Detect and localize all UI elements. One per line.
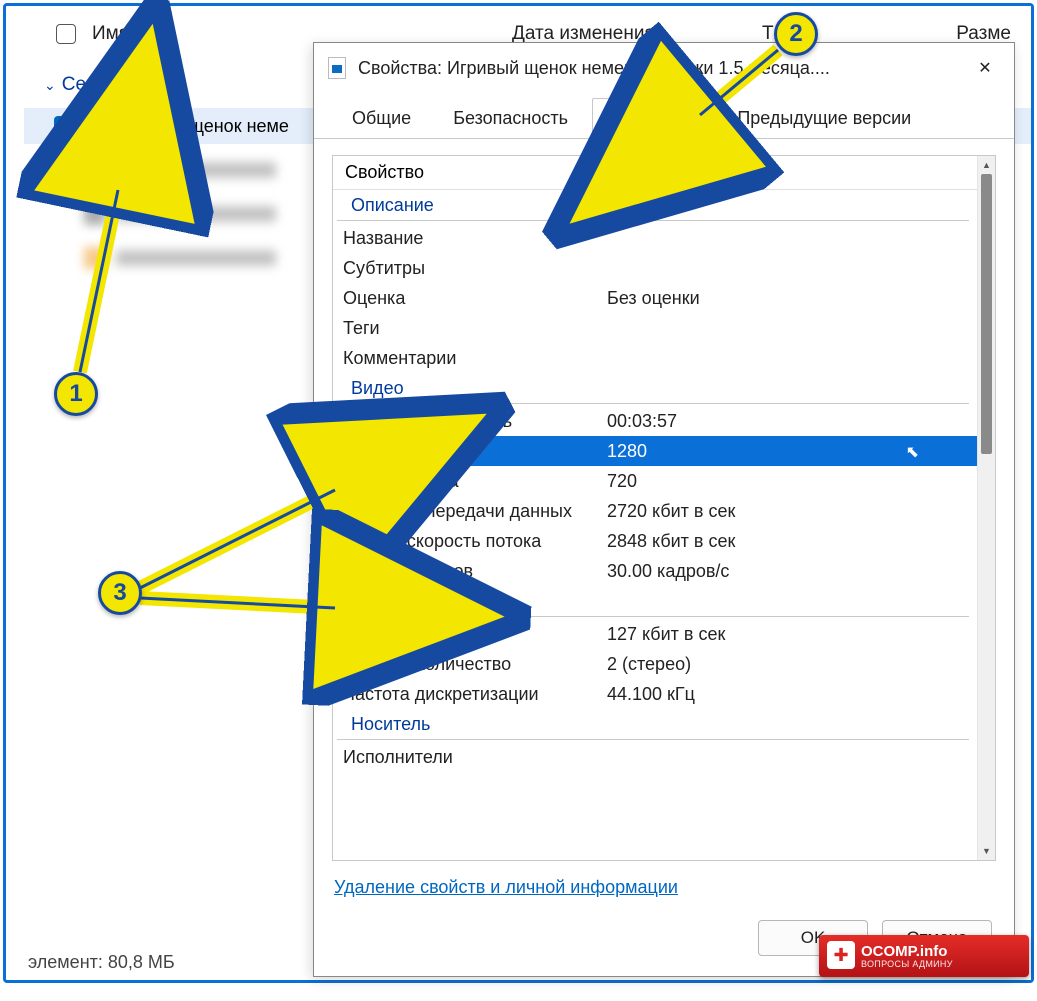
row-subtitles[interactable]: Субтитры [333,253,977,283]
row-tags[interactable]: Теги [333,313,977,343]
status-bar: элемент: 80,8 МБ [24,944,324,980]
watermark-title: OCOMP.info [861,944,953,959]
section-video: Видео [337,373,969,404]
section-description: Описание [337,190,969,221]
properties-dialog: Свойства: Игривый щенок немецко вчарки 1… [313,42,1015,977]
video-file-icon [84,115,102,137]
table-column-header: Свойство Значение [333,156,977,190]
remove-properties-link[interactable]: Удаление свойств и личной информации [332,861,996,906]
cursor-icon: ⬉ [906,442,919,462]
col-value[interactable]: Значение [603,162,977,183]
row-performers[interactable]: Исполнители [333,742,977,772]
row-total-bitrate[interactable]: Общая скорость потока2848 кбит в сек [333,526,977,556]
scroll-down-arrow[interactable]: ▼ [978,842,995,860]
tab-previous-versions[interactable]: Предыдущие версии [719,100,929,139]
row-comments[interactable]: Комментарии [333,343,977,373]
tab-strip: Общие Безопасность Подробно Предыдущие в… [314,93,1014,139]
file-name: Игривый щенок неме [112,116,289,137]
row-duration[interactable]: Продолжительность00:03:57 [333,406,977,436]
scroll-up-arrow[interactable]: ▲ [978,156,995,174]
annotation-badge-3: 3 [98,571,142,615]
section-audio: Аудио [337,586,969,617]
watermark-subtitle: ВОПРОСЫ АДМИНУ [861,959,953,969]
dialog-title: Свойства: Игривый щенок немецко вчарки 1… [358,58,962,79]
row-frame-width[interactable]: Ширина кадра1280 ⬉ [333,436,977,466]
annotation-badge-1: 1 [54,372,98,416]
properties-table: Свойство Значение Описание Название Субт… [332,155,996,861]
row-audio-bitrate[interactable]: Скорость потока127 кбит в сек [333,619,977,649]
scroll-track[interactable] [978,454,995,842]
site-watermark: OCOMP.info ВОПРОСЫ АДМИНУ [819,935,1029,977]
dialog-title-icon [328,57,346,79]
annotation-badge-2: 2 [774,12,818,56]
tab-security[interactable]: Безопасность [435,100,586,139]
dialog-titlebar[interactable]: Свойства: Игривый щенок немецко вчарки 1… [314,43,1014,93]
close-button[interactable]: ✕ [962,51,1008,85]
details-pane: Свойство Значение Описание Название Субт… [314,139,1014,914]
file-checkbox-checked[interactable]: ✓ [54,116,74,136]
group-label: Сегодня (1) [62,74,163,96]
row-data-bitrate[interactable]: Скорость передачи данных2720 кбит в сек [333,496,977,526]
tab-details[interactable]: Подробно [592,98,713,139]
select-all-checkbox[interactable] [56,24,76,44]
row-sample-rate[interactable]: Частота дискретизации44.100 кГц [333,679,977,709]
row-fps[interactable]: Частота кадров30.00 кадров/с [333,556,977,586]
tab-general[interactable]: Общие [334,100,429,139]
properties-scroller: Свойство Значение Описание Название Субт… [333,156,977,860]
row-rating[interactable]: ОценкаБез оценки [333,283,977,313]
status-text: элемент: 80,8 МБ [28,952,175,973]
section-media: Носитель [337,709,969,740]
scroll-thumb[interactable] [981,174,992,454]
col-property[interactable]: Свойство [333,162,603,183]
chevron-down-icon: ⌄ [44,77,56,94]
row-frame-height[interactable]: Высота кадра720 [333,466,977,496]
row-title[interactable]: Название [333,223,977,253]
vertical-scrollbar[interactable]: ▲ ▼ [977,156,995,860]
row-channels[interactable]: Каналы, количество2 (стерео) [333,649,977,679]
